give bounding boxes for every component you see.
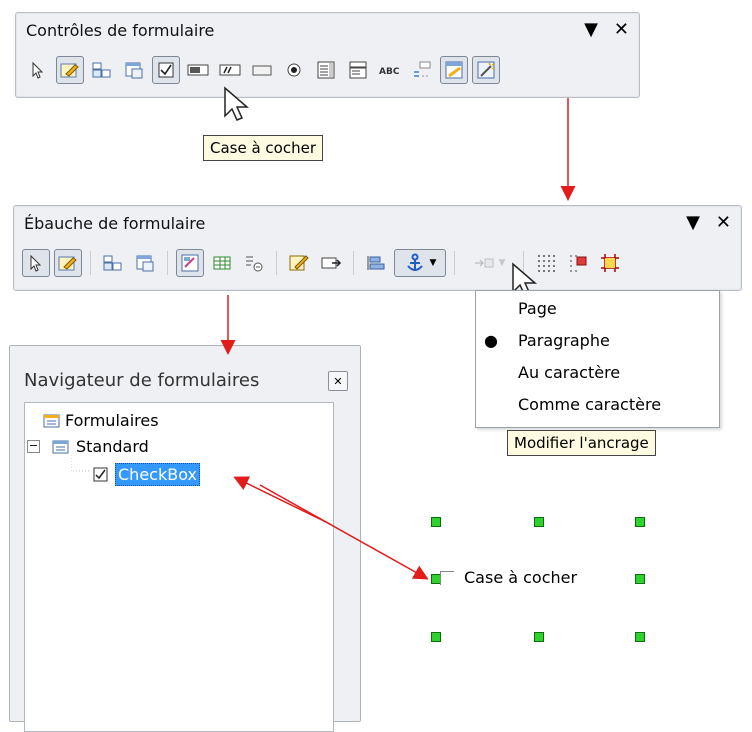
annotation-arrows xyxy=(220,98,576,580)
arrow-checkbox-link-back xyxy=(233,476,331,525)
arrow-checkbox-link xyxy=(259,484,429,580)
